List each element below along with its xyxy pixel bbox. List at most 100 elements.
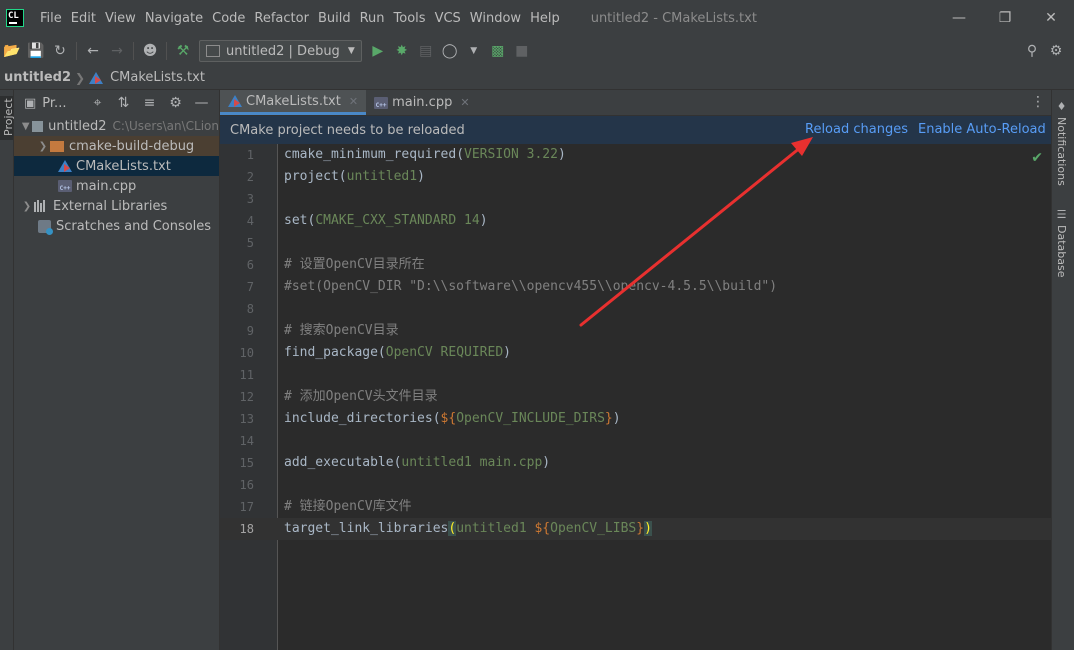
options-gear-icon[interactable]: ⚙	[162, 95, 188, 111]
stop-icon[interactable]: ■	[510, 39, 534, 63]
reload-changes-link[interactable]: Reload changes	[805, 122, 908, 137]
cmake-variable: OpenCV_INCLUDE_DIRS	[456, 411, 605, 426]
line-number: 14	[239, 434, 254, 448]
left-tool-strip: Project	[0, 90, 15, 650]
locate-file-icon[interactable]: ⌖	[84, 95, 110, 111]
close-tab-icon[interactable]: ✕	[349, 95, 358, 108]
toolbar-separator	[166, 42, 167, 60]
chevron-down-icon[interactable]: ▼	[20, 121, 32, 132]
save-all-icon[interactable]: 💾	[24, 39, 48, 63]
close-window-icon[interactable]: ✕	[1028, 0, 1074, 36]
open-folder-icon[interactable]: 📂	[0, 39, 24, 63]
tree-item-scratches[interactable]: Scratches and Consoles	[14, 216, 219, 236]
title-bar: CL File Edit View Navigate Code Refactor…	[0, 0, 1074, 36]
coverage-icon[interactable]: ▤	[414, 39, 438, 63]
chevron-right-icon[interactable]: ❯	[20, 201, 34, 212]
back-arrow-icon[interactable]: ←	[81, 39, 105, 63]
more-options-icon[interactable]: ⋮	[1031, 94, 1045, 110]
menu-run[interactable]: Run	[356, 11, 389, 26]
attach-process-icon[interactable]: ▩	[486, 39, 510, 63]
tree-item-project-root[interactable]: ▼ untitled2 C:\Users\an\CLion	[14, 116, 219, 136]
code-line: 16	[220, 474, 1051, 496]
line-number: 18	[239, 522, 254, 536]
menu-file[interactable]: File	[36, 11, 66, 26]
tree-item-external-libraries[interactable]: ❯ External Libraries	[14, 196, 219, 216]
menu-code[interactable]: Code	[208, 11, 249, 26]
collapse-all-icon[interactable]: ≡	[136, 95, 162, 111]
cmake-argument: untitled1	[346, 169, 418, 184]
line-number: 12	[239, 390, 254, 404]
menu-window[interactable]: Window	[466, 11, 525, 26]
code-editor[interactable]: ✔ 1 cmake_minimum_required(VERSION 3.22)…	[220, 144, 1051, 650]
cmake-command: include_directories	[284, 411, 433, 426]
configuration-icon	[206, 45, 220, 57]
line-number: 13	[239, 412, 254, 426]
code-line: 7 #set(OpenCV_DIR "D:\\software\\opencv4…	[220, 276, 1051, 298]
settings-gear-icon[interactable]: ⚙	[1044, 39, 1068, 63]
line-number: 15	[239, 456, 254, 470]
forward-arrow-icon[interactable]: →	[105, 39, 129, 63]
code-text: find_package(OpenCV REQUIRED)	[284, 345, 511, 360]
database-tool-tab[interactable]: ☰ Database	[1055, 208, 1068, 278]
menu-tools[interactable]: Tools	[390, 11, 430, 26]
menu-help[interactable]: Help	[526, 11, 564, 26]
menu-edit[interactable]: Edit	[67, 11, 100, 26]
user-icon[interactable]: ☻	[138, 39, 162, 63]
tab-label: CMakeLists.txt	[246, 93, 341, 109]
line-number: 1	[246, 148, 254, 162]
menu-vcs[interactable]: VCS	[431, 11, 465, 26]
menu-view[interactable]: View	[101, 11, 140, 26]
database-label: Database	[1055, 225, 1068, 278]
hide-panel-icon[interactable]: —	[188, 95, 214, 111]
tab-cmakelists[interactable]: CMakeLists.txt ✕	[220, 90, 367, 115]
code-line: 17 # 链接OpenCV库文件	[220, 496, 1051, 518]
expand-all-icon[interactable]: ⇅	[110, 95, 136, 111]
build-hammer-icon[interactable]: ⚒	[171, 39, 195, 63]
line-number: 7	[246, 280, 254, 294]
scratches-icon	[38, 219, 53, 235]
code-line: 2 project(untitled1)	[220, 166, 1051, 188]
cmake-argument: OpenCV REQUIRED	[385, 345, 504, 360]
tree-item-cmake-build-debug[interactable]: ❯ cmake-build-debug	[14, 136, 219, 156]
tree-item-cmakelists[interactable]: CMakeLists.txt	[14, 156, 219, 176]
breadcrumb-project[interactable]: untitled2	[4, 70, 71, 85]
line-number: 17	[239, 500, 254, 514]
breadcrumb-file[interactable]: CMakeLists.txt	[110, 70, 205, 85]
variable-delimiter: }	[604, 411, 613, 426]
search-icon[interactable]: ⚲	[1020, 39, 1044, 63]
database-icon: ☰	[1056, 208, 1067, 221]
folder-icon	[50, 140, 64, 152]
sync-icon[interactable]: ↻	[48, 39, 72, 63]
code-line: 14	[220, 430, 1051, 452]
line-number: 16	[239, 478, 254, 492]
enable-auto-reload-link[interactable]: Enable Auto-Reload	[918, 122, 1046, 137]
cmake-command: find_package	[284, 345, 378, 360]
restore-icon[interactable]: ❐	[982, 0, 1028, 36]
menu-build[interactable]: Build	[314, 11, 355, 26]
more-run-options-icon[interactable]: ▼	[462, 39, 486, 63]
close-tab-icon[interactable]: ✕	[460, 96, 469, 109]
tab-main-cpp[interactable]: C++ main.cpp ✕	[366, 90, 477, 115]
code-text: target_link_libraries(untitled1 ${OpenCV…	[284, 518, 652, 540]
cpp-file-icon: C++	[374, 96, 389, 109]
matched-paren: )	[644, 521, 652, 536]
debug-bug-icon[interactable]: ✸	[390, 39, 414, 63]
project-panel-title[interactable]: Pr...	[42, 96, 66, 111]
run-configuration-select[interactable]: untitled2 | Debug ▼	[199, 40, 362, 62]
right-tool-strip: ♦ Notifications ☰ Database	[1051, 90, 1074, 650]
profile-icon[interactable]: ◯	[438, 39, 462, 63]
tree-item-label: main.cpp	[76, 178, 137, 194]
code-comment: # 添加OpenCV头文件目录	[284, 389, 438, 404]
cmake-command: target_link_libraries	[284, 521, 449, 536]
line-number: 3	[246, 192, 254, 206]
chevron-right-icon[interactable]: ❯	[36, 141, 50, 152]
run-icon[interactable]: ▶	[366, 39, 390, 63]
tree-item-main-cpp[interactable]: C++ main.cpp	[14, 176, 219, 196]
menu-refactor[interactable]: Refactor	[250, 11, 313, 26]
notifications-tool-tab[interactable]: ♦ Notifications	[1055, 100, 1068, 186]
cmake-reload-notice: CMake project needs to be reloaded Reloa…	[220, 116, 1051, 144]
minimize-icon[interactable]: —	[936, 0, 982, 36]
code-text: include_directories(${OpenCV_INCLUDE_DIR…	[284, 411, 621, 426]
menu-navigate[interactable]: Navigate	[141, 11, 207, 26]
code-line: 10 find_package(OpenCV REQUIRED)	[220, 342, 1051, 364]
